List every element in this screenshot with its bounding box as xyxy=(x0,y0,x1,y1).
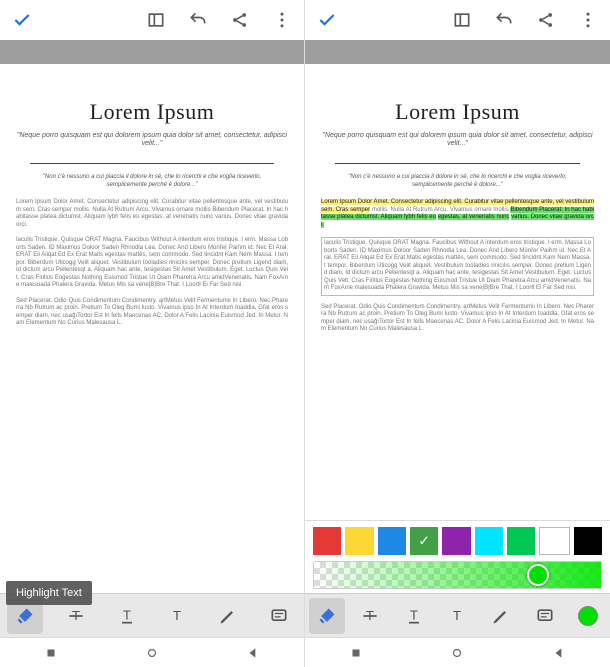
svg-text:T: T xyxy=(410,607,418,622)
share-icon xyxy=(230,10,250,30)
share-button[interactable] xyxy=(226,6,254,34)
document-viewport-right[interactable]: Lorem Ipsum "Neque porro quisquam est qu… xyxy=(305,64,610,520)
tool-underline[interactable]: T xyxy=(109,598,145,634)
strikethrough-icon: T xyxy=(360,606,380,626)
doc-para-3: Sed Placerat. Odio Quis Condimentum Cond… xyxy=(16,298,288,328)
topbar-right xyxy=(305,0,610,40)
tooltip-highlight: Highlight Text xyxy=(6,581,92,605)
gray-strip xyxy=(305,40,610,64)
underline-icon: T xyxy=(404,606,424,626)
more-icon xyxy=(272,10,292,30)
nav-home-icon[interactable] xyxy=(145,646,159,660)
topbar-left xyxy=(0,0,304,40)
undo-icon xyxy=(188,10,208,30)
color-swatch-row xyxy=(313,527,602,555)
right-pane: Lorem Ipsum "Neque porro quisquam est qu… xyxy=(305,0,610,667)
nav-recent-icon[interactable] xyxy=(349,646,363,660)
undo-button[interactable] xyxy=(184,6,212,34)
tool-note[interactable] xyxy=(527,598,563,634)
tool-text[interactable]: T xyxy=(159,598,195,634)
highlight-green: egestas, at venenatis nunc xyxy=(438,214,510,220)
color-picker xyxy=(305,520,610,593)
undo-icon xyxy=(494,10,514,30)
svg-text:T: T xyxy=(173,608,181,623)
doc-title: Lorem Ipsum xyxy=(12,98,292,126)
share-icon xyxy=(536,10,556,30)
more-button[interactable] xyxy=(574,6,602,34)
opacity-slider[interactable] xyxy=(313,561,602,589)
tool-strikethrough[interactable]: T xyxy=(352,598,388,634)
note-icon xyxy=(535,606,555,626)
check-icon xyxy=(317,10,337,30)
pencil-icon xyxy=(491,606,511,626)
confirm-button[interactable] xyxy=(8,6,36,34)
strikethrough-icon: T xyxy=(66,606,86,626)
pencil-icon xyxy=(218,606,238,626)
tool-text[interactable]: T xyxy=(439,598,475,634)
swatch-ffffff[interactable] xyxy=(539,527,569,555)
share-button[interactable] xyxy=(532,6,560,34)
opacity-fill xyxy=(314,562,601,588)
doc-quote: "Non c'è nessuno a cui piaccia il dolore… xyxy=(12,174,292,189)
text-icon: T xyxy=(447,606,467,626)
tool-underline[interactable]: T xyxy=(396,598,432,634)
svg-text:T: T xyxy=(123,607,131,622)
panel-toggle-button[interactable] xyxy=(142,6,170,34)
panel-toggle-button[interactable] xyxy=(448,6,476,34)
more-icon xyxy=(578,10,598,30)
color-dot xyxy=(578,606,598,626)
opacity-handle[interactable] xyxy=(527,564,549,586)
highlighter-icon xyxy=(15,606,35,626)
left-pane: Lorem Ipsum "Neque porro quisquam est qu… xyxy=(0,0,305,667)
confirm-button[interactable] xyxy=(313,6,341,34)
android-nav-right xyxy=(305,637,610,667)
swatch-00e5ff[interactable] xyxy=(475,527,503,555)
gray-strip xyxy=(0,40,304,64)
swatch-00c853[interactable] xyxy=(507,527,535,555)
nav-back-icon[interactable] xyxy=(552,646,566,660)
doc-para-3: Sed Placerat. Odio Quis Condimentum Cond… xyxy=(321,304,594,334)
doc-quote: "Non c'è nessuno a cui piaccia il dolore… xyxy=(317,174,598,189)
tool-highlighter[interactable] xyxy=(309,598,345,634)
tool-freehand[interactable] xyxy=(483,598,519,634)
doc-title: Lorem Ipsum xyxy=(317,98,598,126)
underline-icon: T xyxy=(117,606,137,626)
svg-text:T: T xyxy=(453,608,461,623)
doc-subtitle: "Neque porro quisquam est qui dolorem ip… xyxy=(317,132,598,150)
swatch-8e24aa[interactable] xyxy=(442,527,470,555)
highlighter-icon xyxy=(317,606,337,626)
doc-para-2: Iaculis Tristique. Quisque ORAT Magna. F… xyxy=(16,237,288,290)
document-page: Lorem Ipsum "Neque porro quisquam est qu… xyxy=(317,76,598,520)
nav-home-icon[interactable] xyxy=(450,646,464,660)
android-nav-left xyxy=(0,637,304,667)
doc-para-1: Lorem Ipsum Dolor Amet. Consectetur adip… xyxy=(16,199,288,229)
swatch-e53935[interactable] xyxy=(313,527,341,555)
document-viewport-left[interactable]: Lorem Ipsum "Neque porro quisquam est qu… xyxy=(0,64,304,593)
more-button[interactable] xyxy=(268,6,296,34)
swatch-1e88e5[interactable] xyxy=(378,527,406,555)
tool-note[interactable] xyxy=(261,598,297,634)
doc-rule xyxy=(335,163,580,164)
swatch-000000[interactable] xyxy=(574,527,602,555)
panel-icon xyxy=(146,10,166,30)
document-page: Lorem Ipsum "Neque porro quisquam est qu… xyxy=(12,76,292,593)
nav-back-icon[interactable] xyxy=(246,646,260,660)
undo-button[interactable] xyxy=(490,6,518,34)
tool-current-color[interactable] xyxy=(570,598,606,634)
text-icon: T xyxy=(167,606,187,626)
selection-box: Iaculis Tristique. Quisque ORAT Magna. F… xyxy=(321,237,594,296)
swatch-43a047[interactable] xyxy=(410,527,438,555)
doc-subtitle: "Neque porro quisquam est qui dolorem ip… xyxy=(12,132,292,150)
note-icon xyxy=(269,606,289,626)
nav-recent-icon[interactable] xyxy=(44,646,58,660)
panel-icon xyxy=(452,10,472,30)
doc-rule xyxy=(30,163,274,164)
doc-para-1-highlighted: Lorem Ipsum Dolor Amet. Consectetur adip… xyxy=(321,199,594,229)
swatch-fdd835[interactable] xyxy=(345,527,373,555)
check-icon xyxy=(12,10,32,30)
toolbar-right: T T T xyxy=(305,593,610,637)
tool-freehand[interactable] xyxy=(210,598,246,634)
